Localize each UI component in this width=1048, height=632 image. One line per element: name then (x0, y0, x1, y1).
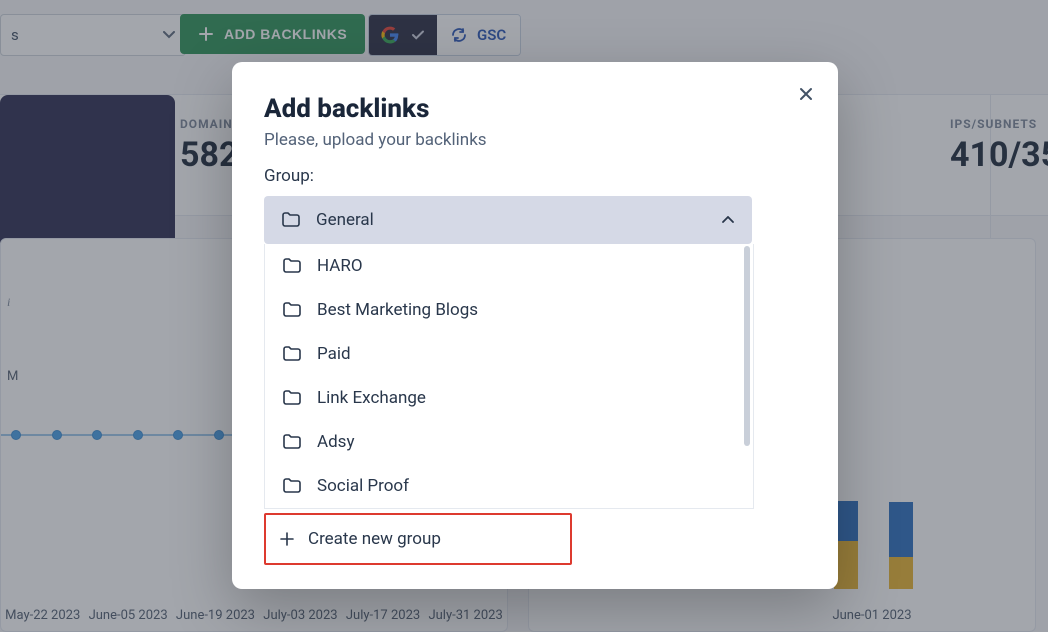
folder-icon (283, 346, 301, 362)
create-new-group-button[interactable]: Create new group (264, 513, 572, 565)
group-option[interactable]: HARO (265, 244, 753, 288)
group-select: General HARO Best Marketing Blogs Paid L… (264, 196, 752, 509)
group-option[interactable]: Paid (265, 332, 753, 376)
group-field-label: Group: (264, 166, 820, 186)
group-option[interactable]: Adsy (265, 420, 753, 464)
create-new-group-label: Create new group (308, 529, 441, 549)
group-select-head[interactable]: General (264, 196, 752, 244)
folder-icon (283, 302, 301, 318)
folder-icon (283, 258, 301, 274)
scrollbar[interactable] (744, 246, 750, 446)
modal-subtitle: Please, upload your backlinks (264, 130, 820, 150)
folder-icon (282, 212, 300, 228)
group-option-label: Best Marketing Blogs (317, 300, 478, 320)
close-button[interactable] (794, 82, 818, 106)
folder-icon (283, 478, 301, 494)
plus-icon (280, 532, 294, 546)
close-icon (798, 86, 814, 102)
group-option-label: HARO (317, 256, 363, 276)
group-option[interactable]: Link Exchange (265, 376, 753, 420)
group-selected-value: General (316, 210, 374, 230)
group-option-label: Adsy (317, 432, 355, 452)
group-option-label: Link Exchange (317, 388, 426, 408)
group-options-list: HARO Best Marketing Blogs Paid Link Exch… (264, 244, 754, 509)
folder-icon (283, 390, 301, 406)
chevron-up-icon (722, 216, 734, 224)
group-option[interactable]: Social Proof (265, 464, 753, 508)
folder-icon (283, 434, 301, 450)
add-backlinks-modal: Add backlinks Please, upload your backli… (232, 62, 838, 589)
group-option-label: Paid (317, 344, 351, 364)
group-option[interactable]: Best Marketing Blogs (265, 288, 753, 332)
modal-title: Add backlinks (264, 94, 820, 124)
group-option-label: Social Proof (317, 476, 409, 496)
